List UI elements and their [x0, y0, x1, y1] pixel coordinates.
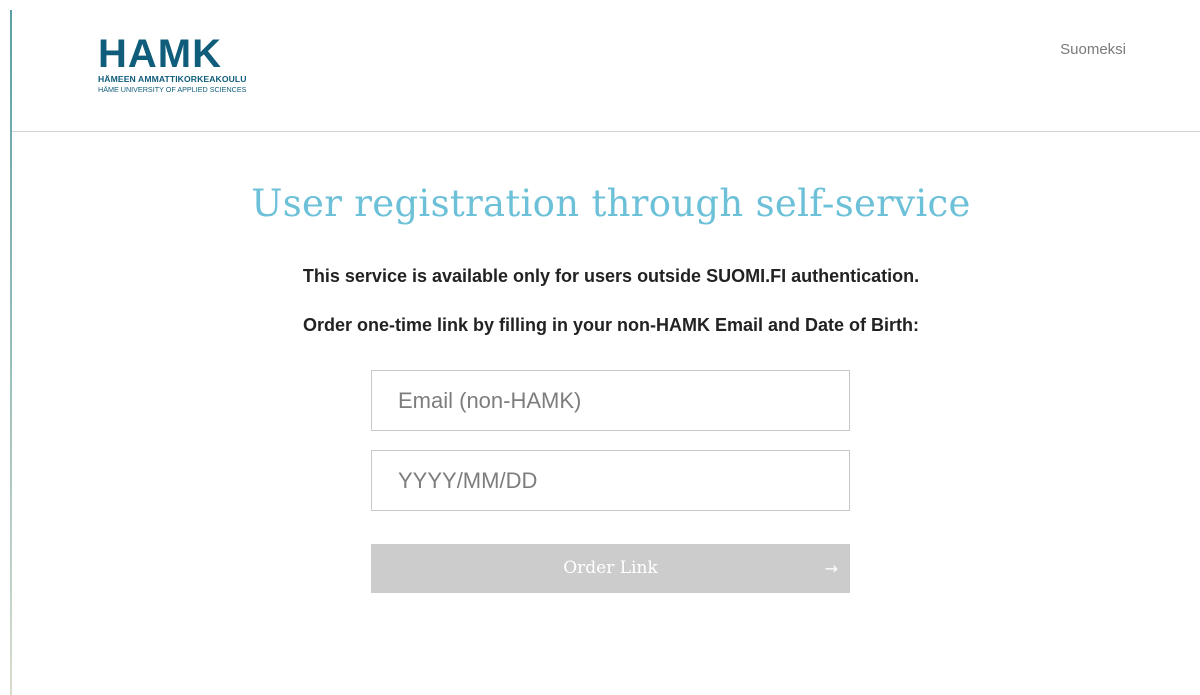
arrow-right-icon: →: [824, 559, 838, 578]
language-switch-link[interactable]: Suomeksi: [1060, 41, 1126, 58]
order-link-button[interactable]: Order Link →: [371, 544, 850, 593]
service-notice: This service is available only for users…: [302, 266, 920, 286]
header: HAMK HÄMEEN AMMATTIKORKEAKOULU HÄME UNIV…: [12, 0, 1200, 132]
logo-name-english: HÄME UNIVERSITY OF APPLIED SCIENCES: [98, 85, 247, 94]
logo-name-finnish: HÄMEEN AMMATTIKORKEAKOULU: [98, 74, 247, 84]
form-instruction: Order one-time link by filling in your n…: [302, 315, 920, 335]
page: HAMK HÄMEEN AMMATTIKORKEAKOULU HÄME UNIV…: [0, 0, 1200, 695]
page-title: User registration through self-service: [251, 182, 971, 225]
order-link-label: Order Link: [563, 558, 658, 578]
email-field[interactable]: [371, 370, 850, 431]
main-content: User registration through self-service T…: [0, 132, 1200, 695]
logo-wordmark: HAMK: [98, 32, 222, 76]
hamk-logo[interactable]: HAMK HÄMEEN AMMATTIKORKEAKOULU HÄME UNIV…: [98, 34, 298, 98]
date-of-birth-field[interactable]: [371, 450, 850, 511]
